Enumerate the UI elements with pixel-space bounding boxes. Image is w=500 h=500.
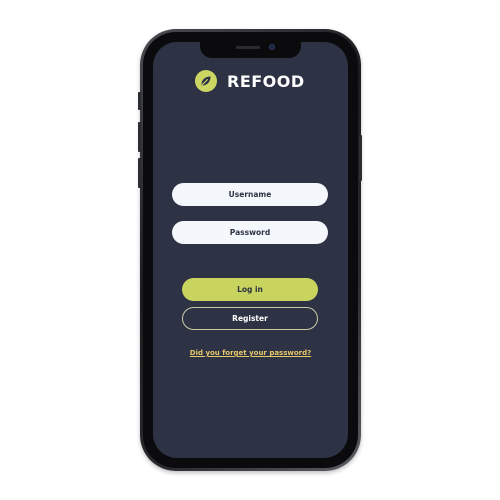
forgot-password-link[interactable]: Did you forget your password? bbox=[153, 349, 348, 357]
speaker-grille bbox=[236, 46, 260, 49]
volume-up-button bbox=[138, 122, 141, 152]
app-logo: REFOOD bbox=[195, 69, 305, 93]
phone-notch bbox=[200, 42, 301, 58]
password-input[interactable] bbox=[172, 221, 328, 244]
register-button[interactable]: Register bbox=[182, 307, 318, 330]
silent-switch bbox=[138, 92, 141, 110]
power-button bbox=[359, 135, 362, 181]
login-button[interactable]: Log in bbox=[182, 278, 318, 301]
app-name: REFOOD bbox=[227, 71, 305, 91]
username-input[interactable] bbox=[172, 183, 328, 206]
front-camera bbox=[269, 44, 275, 50]
leaf-icon bbox=[195, 70, 217, 92]
app-screen: REFOOD Log in Register Did you forget yo… bbox=[153, 42, 348, 458]
volume-down-button bbox=[138, 158, 141, 188]
